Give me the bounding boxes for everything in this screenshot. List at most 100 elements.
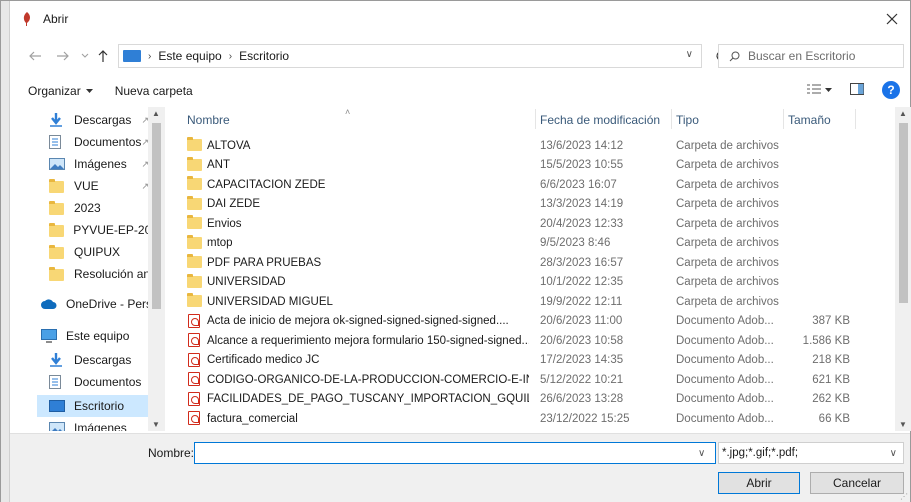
new-folder-button[interactable]: Nueva carpeta: [115, 84, 193, 98]
file-name: UNIVERSIDAD: [207, 276, 286, 288]
file-row[interactable]: Alcance a requerimiento mejora formulari…: [165, 331, 895, 350]
file-name: ALTOVA: [207, 139, 251, 152]
close-button[interactable]: [874, 1, 910, 37]
desktop-icon: [49, 398, 69, 414]
sidebar-item-onedrive[interactable]: OneDrive - Persor: [37, 293, 165, 315]
file-row[interactable]: PDF PARA PRUEBAS 28/3/2023 16:57 Carpeta d…: [165, 253, 895, 272]
column-date[interactable]: Fecha de modificación: [540, 113, 660, 127]
address-dropdown-icon[interactable]: ∨: [686, 49, 693, 60]
search-box[interactable]: Buscar en Escritorio: [718, 44, 904, 68]
sidebar-item-este-equipo[interactable]: Este equipo: [37, 325, 165, 347]
sidebar-item-resolucion[interactable]: Resolución antic: [37, 263, 165, 285]
file-row[interactable]: Acta de inicio de mejora ok-signed-signe…: [165, 312, 895, 331]
sidebar-item-pyvue[interactable]: PYVUE-EP-2021-: [37, 219, 165, 241]
sidebar-item-quipux[interactable]: QUIPUX: [37, 241, 165, 263]
column-divider[interactable]: [535, 109, 536, 129]
recent-locations-button[interactable]: [76, 45, 94, 67]
sidebar-scroll-thumb[interactable]: [152, 123, 161, 309]
folder-icon: [187, 137, 202, 152]
app-feather-icon: [19, 11, 35, 27]
file-row[interactable]: ANT 15/5/2023 10:55 Carpeta de archivos: [165, 156, 895, 175]
file-row[interactable]: Certificado medico JC 17/2/2023 14:35 Docu…: [165, 351, 895, 370]
file-list-scrollbar[interactable]: ▲ ▼: [895, 107, 911, 431]
preview-pane-icon: [850, 82, 864, 95]
sidebar-item-documentos-pc[interactable]: Documentos: [37, 371, 165, 393]
download-icon: [49, 352, 69, 368]
file-date: 23/12/2022 15:25: [540, 412, 630, 425]
document-icon: [49, 134, 69, 150]
file-row[interactable]: Envios 20/4/2023 12:33 Carpeta de archivos: [165, 214, 895, 233]
search-placeholder: Buscar en Escritorio: [748, 49, 856, 63]
folder-icon: [187, 176, 202, 191]
breadcrumb-escritorio[interactable]: Escritorio: [239, 49, 289, 63]
document-icon: [49, 374, 69, 390]
file-row[interactable]: CODIGO-ORGANICO-DE-LA-PRODUCCION-COMERCI…: [165, 370, 895, 389]
file-type: Carpeta de archivos: [676, 295, 779, 308]
sidebar-item-label: Imágenes: [74, 157, 127, 171]
pdf-icon: [187, 391, 202, 406]
file-list-scroll-thumb[interactable]: [899, 123, 908, 303]
sidebar-item-descargas[interactable]: Descargas ↗: [37, 109, 165, 131]
column-divider[interactable]: [855, 109, 856, 129]
preview-pane-button[interactable]: [850, 82, 864, 98]
cancel-button[interactable]: Cancelar: [810, 472, 904, 494]
resize-grip-icon[interactable]: ⋰: [900, 492, 908, 501]
scroll-up-icon[interactable]: ▲: [152, 109, 160, 118]
column-name[interactable]: Nombre: [187, 113, 230, 127]
file-row[interactable]: ALTOVA 13/6/2023 14:12 Carpeta de archivos: [165, 136, 895, 155]
file-date: 13/6/2023 14:12: [540, 139, 624, 152]
sidebar-item-2023[interactable]: 2023: [37, 197, 165, 219]
sidebar-scrollbar[interactable]: ▲ ▼: [148, 107, 165, 431]
folder-icon: [49, 244, 69, 260]
organize-button[interactable]: Organizar: [28, 84, 93, 98]
new-folder-label: Nueva carpeta: [114, 84, 193, 98]
file-row[interactable]: factura_comercial 23/12/2022 15:25 Documen…: [165, 409, 895, 428]
file-row[interactable]: CAPACITACION ZEDE 6/6/2023 16:07 Carpeta d…: [165, 175, 895, 194]
file-name: CAPACITACION ZEDE: [207, 178, 326, 191]
file-row[interactable]: FACILIDADES_DE_PAGO_TUSCANY_IMPORTACION_…: [165, 390, 895, 409]
sidebar-item-vue[interactable]: VUE ↗: [37, 175, 165, 197]
sidebar-item-imagenes-pc[interactable]: Imágenes: [37, 417, 165, 431]
file-type: Carpeta de archivos: [676, 217, 779, 230]
view-options-button[interactable]: [807, 84, 832, 96]
column-divider[interactable]: [671, 109, 672, 129]
sidebar-item-escritorio[interactable]: Escritorio: [37, 395, 165, 417]
scroll-down-icon[interactable]: ▼: [899, 420, 907, 429]
folder-icon: [49, 200, 69, 216]
column-size[interactable]: Tamaño: [788, 113, 831, 127]
file-date: 6/6/2023 16:07: [540, 178, 617, 191]
file-name: PDF PARA PRUEBAS: [207, 256, 322, 269]
file-type: Carpeta de archivos: [676, 159, 779, 171]
folder-icon: [187, 215, 202, 230]
file-date: 15/5/2023 10:55: [540, 159, 624, 171]
file-type-filter[interactable]: *.jpg;*.gif;*.pdf; ∨: [718, 442, 904, 464]
file-name: Certificado medico JC: [207, 354, 320, 366]
sidebar-item-descargas-pc[interactable]: Descargas: [37, 349, 165, 371]
column-divider[interactable]: [783, 109, 784, 129]
breadcrumb-este-equipo[interactable]: Este equipo: [158, 49, 221, 63]
sidebar-item-imagenes[interactable]: Imágenes ↗: [37, 153, 165, 175]
address-bar[interactable]: › Este equipo › Escritorio ∨: [118, 44, 702, 68]
pdf-icon: [187, 372, 202, 386]
back-button[interactable]: [26, 45, 44, 67]
help-icon[interactable]: ?: [882, 81, 900, 99]
file-row[interactable]: mtop 9/5/2023 8:46 Carpeta de archivos: [165, 234, 895, 253]
column-type[interactable]: Tipo: [676, 113, 699, 127]
up-button[interactable]: [94, 45, 112, 67]
file-row[interactable]: DAI ZEDE 13/3/2023 14:19 Carpeta de archiv…: [165, 195, 895, 214]
file-date: 13/3/2023 14:19: [540, 198, 624, 210]
sidebar-item-label: Descargas: [74, 113, 132, 127]
scroll-down-icon[interactable]: ▼: [152, 420, 160, 429]
file-name-input[interactable]: [194, 442, 716, 464]
file-type: Documento Adob...: [676, 393, 774, 405]
open-button[interactable]: Abrir: [718, 472, 800, 494]
forward-button[interactable]: [54, 45, 72, 67]
scroll-up-icon[interactable]: ▲: [899, 109, 907, 118]
cloud-icon: [41, 296, 61, 312]
folder-icon: [187, 273, 202, 289]
file-row[interactable]: UNIVERSIDAD MIGUEL 19/9/2022 12:11 Carpeta…: [165, 292, 895, 311]
sidebar-item-documentos[interactable]: Documentos ↗: [37, 131, 165, 153]
file-name-dropdown-icon[interactable]: ∨: [698, 448, 705, 459]
file-row[interactable]: UNIVERSIDAD 10/1/2022 12:35 Carpeta de arc…: [165, 273, 895, 292]
close-icon: [886, 13, 898, 25]
